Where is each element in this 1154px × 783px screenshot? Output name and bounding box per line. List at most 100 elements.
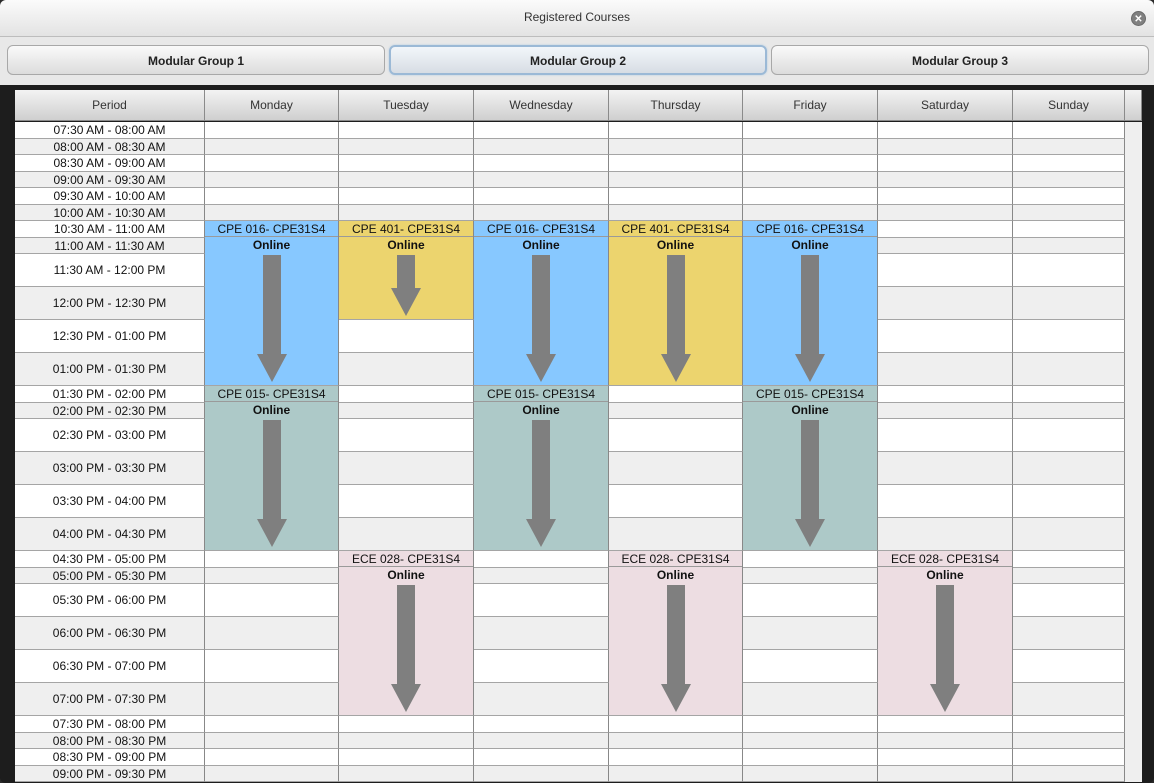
schedule-cell[interactable]: [878, 452, 1013, 485]
schedule-cell[interactable]: [1013, 485, 1125, 518]
schedule-cell[interactable]: [878, 320, 1013, 353]
schedule-cell[interactable]: [1013, 567, 1125, 584]
course-block[interactable]: ECE 028- CPE31S4 Online: [339, 551, 474, 716]
course-block[interactable]: CPE 016- CPE31S4 Online: [743, 221, 878, 386]
schedule-cell[interactable]: [1013, 171, 1125, 188]
schedule-cell[interactable]: [1013, 221, 1125, 238]
schedule-cell[interactable]: [1013, 402, 1125, 419]
schedule-cell[interactable]: [205, 749, 339, 766]
schedule-cell[interactable]: [743, 716, 878, 733]
schedule-cell[interactable]: [339, 749, 474, 766]
schedule-cell[interactable]: [205, 122, 339, 139]
schedule-cell[interactable]: [1013, 765, 1125, 782]
course-block[interactable]: CPE 401- CPE31S4 Online: [609, 221, 743, 386]
schedule-cell[interactable]: [1013, 732, 1125, 749]
course-block[interactable]: CPE 015- CPE31S4 Online: [474, 386, 609, 551]
schedule-cell[interactable]: [878, 237, 1013, 254]
schedule-cell[interactable]: [474, 551, 609, 568]
schedule-cell[interactable]: [743, 765, 878, 782]
schedule-cell[interactable]: [474, 716, 609, 733]
schedule-grid-container[interactable]: Period Monday Tuesday Wednesday Thursday Frid…: [0, 85, 1154, 783]
schedule-cell[interactable]: [743, 732, 878, 749]
schedule-cell[interactable]: [1013, 683, 1125, 716]
schedule-cell[interactable]: [1013, 617, 1125, 650]
schedule-cell[interactable]: [609, 749, 743, 766]
schedule-cell[interactable]: [1013, 155, 1125, 172]
tab-modular-group-2[interactable]: Modular Group 2: [389, 45, 767, 75]
schedule-cell[interactable]: [878, 171, 1013, 188]
schedule-cell[interactable]: [1013, 551, 1125, 568]
schedule-cell[interactable]: [743, 617, 878, 650]
schedule-cell[interactable]: [339, 320, 474, 353]
schedule-cell[interactable]: [205, 584, 339, 617]
schedule-cell[interactable]: [609, 138, 743, 155]
schedule-cell[interactable]: [205, 138, 339, 155]
schedule-cell[interactable]: [1013, 353, 1125, 386]
schedule-cell[interactable]: [339, 188, 474, 205]
schedule-cell[interactable]: [474, 584, 609, 617]
schedule-cell[interactable]: [339, 122, 474, 139]
schedule-cell[interactable]: [878, 287, 1013, 320]
schedule-cell[interactable]: [205, 188, 339, 205]
schedule-cell[interactable]: [743, 650, 878, 683]
schedule-cell[interactable]: [743, 122, 878, 139]
schedule-cell[interactable]: [339, 485, 474, 518]
schedule-cell[interactable]: [1013, 419, 1125, 452]
schedule-cell[interactable]: [743, 567, 878, 584]
schedule-cell[interactable]: [474, 204, 609, 221]
schedule-cell[interactable]: [474, 683, 609, 716]
schedule-cell[interactable]: [474, 617, 609, 650]
course-block[interactable]: CPE 401- CPE31S4 Online: [339, 221, 474, 320]
schedule-cell[interactable]: [1013, 188, 1125, 205]
scrollbar-track[interactable]: [1125, 122, 1142, 782]
schedule-cell[interactable]: [339, 452, 474, 485]
schedule-cell[interactable]: [474, 155, 609, 172]
schedule-cell[interactable]: [609, 716, 743, 733]
course-block[interactable]: ECE 028- CPE31S4 Online: [878, 551, 1013, 716]
schedule-cell[interactable]: [1013, 452, 1125, 485]
schedule-cell[interactable]: [609, 452, 743, 485]
schedule-cell[interactable]: [878, 221, 1013, 238]
schedule-cell[interactable]: [878, 518, 1013, 551]
schedule-cell[interactable]: [474, 765, 609, 782]
schedule-cell[interactable]: [205, 155, 339, 172]
schedule-cell[interactable]: [878, 386, 1013, 403]
schedule-cell[interactable]: [878, 188, 1013, 205]
close-icon[interactable]: ✕: [1131, 11, 1146, 26]
course-block[interactable]: ECE 028- CPE31S4 Online: [609, 551, 743, 716]
schedule-cell[interactable]: [609, 732, 743, 749]
schedule-cell[interactable]: [205, 171, 339, 188]
schedule-cell[interactable]: [1013, 204, 1125, 221]
schedule-cell[interactable]: [743, 204, 878, 221]
schedule-cell[interactable]: [205, 765, 339, 782]
course-block[interactable]: CPE 015- CPE31S4 Online: [743, 386, 878, 551]
schedule-cell[interactable]: [1013, 237, 1125, 254]
schedule-cell[interactable]: [609, 518, 743, 551]
schedule-cell[interactable]: [339, 732, 474, 749]
schedule-cell[interactable]: [609, 122, 743, 139]
schedule-cell[interactable]: [609, 171, 743, 188]
schedule-cell[interactable]: [743, 171, 878, 188]
schedule-cell[interactable]: [339, 716, 474, 733]
schedule-cell[interactable]: [609, 188, 743, 205]
schedule-cell[interactable]: [474, 650, 609, 683]
schedule-cell[interactable]: [474, 122, 609, 139]
schedule-cell[interactable]: [339, 419, 474, 452]
schedule-cell[interactable]: [878, 485, 1013, 518]
schedule-cell[interactable]: [474, 188, 609, 205]
schedule-cell[interactable]: [474, 567, 609, 584]
schedule-cell[interactable]: [474, 732, 609, 749]
schedule-cell[interactable]: [878, 765, 1013, 782]
schedule-cell[interactable]: [339, 518, 474, 551]
schedule-cell[interactable]: [878, 138, 1013, 155]
schedule-cell[interactable]: [1013, 254, 1125, 287]
schedule-cell[interactable]: [743, 138, 878, 155]
schedule-cell[interactable]: [1013, 749, 1125, 766]
schedule-cell[interactable]: [1013, 320, 1125, 353]
schedule-cell[interactable]: [1013, 138, 1125, 155]
schedule-cell[interactable]: [878, 419, 1013, 452]
schedule-cell[interactable]: [1013, 518, 1125, 551]
schedule-cell[interactable]: [474, 749, 609, 766]
schedule-cell[interactable]: [743, 584, 878, 617]
schedule-cell[interactable]: [1013, 584, 1125, 617]
